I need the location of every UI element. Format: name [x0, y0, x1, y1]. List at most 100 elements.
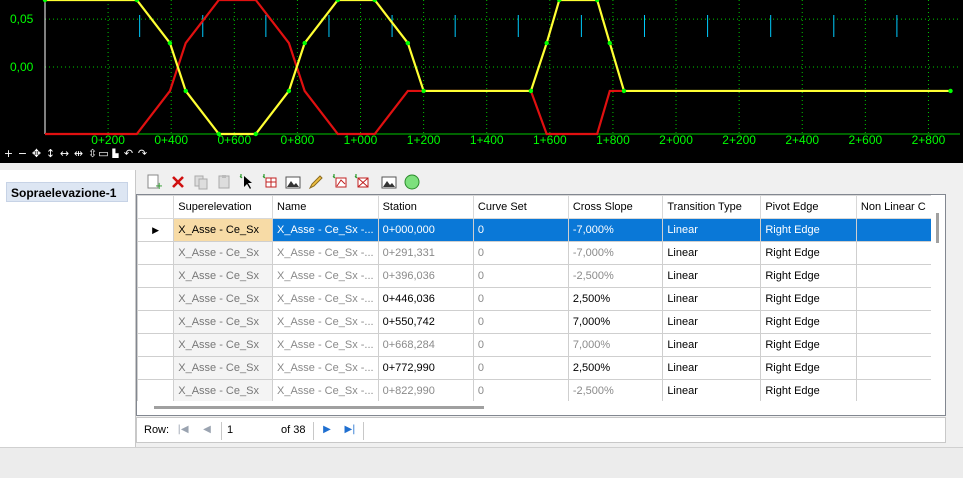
green-circle-icon[interactable]	[404, 174, 420, 190]
table-row[interactable]: X_Asse - Ce_Sx X_Asse - Ce_Sx -... 0+550,7…	[137, 310, 945, 334]
picture-icon[interactable]	[285, 174, 301, 190]
table-row[interactable]: X_Asse - Ce_Sx X_Asse - Ce_Sx -... 0+291,3…	[137, 241, 945, 265]
fit-vertical-icon[interactable]: ⇳	[87, 147, 98, 160]
vertical-scroll-thumb[interactable]	[936, 213, 939, 243]
superelevation-chart[interactable]: 0,05 0,00 0+200 0+400 0+600 0+800 1+000 1+200 1+…	[0, 0, 963, 146]
column-header-superelevation[interactable]: Superelevation	[173, 195, 273, 219]
window-icon[interactable]: ▭	[98, 147, 109, 160]
cell-pivot-edge[interactable]: Right Edge	[760, 310, 857, 334]
cell-station[interactable]: 0+446,036	[377, 287, 474, 311]
cell-superelevation[interactable]: X_Asse - Ce_Sx	[173, 241, 273, 265]
column-header-station[interactable]: Station	[377, 195, 474, 219]
zoom-in-icon[interactable]: +	[3, 147, 14, 160]
vertical-scrollbar[interactable]	[931, 195, 945, 401]
table-row[interactable]: X_Asse - Ce_Sx X_Asse - Ce_Sx -... 0+772,9…	[137, 356, 945, 380]
cell-transition-type[interactable]: Linear	[662, 287, 762, 311]
cell-cross-slope[interactable]: -2,500%	[567, 264, 664, 288]
row-header[interactable]	[137, 241, 175, 265]
row-header[interactable]	[137, 333, 175, 357]
row-header[interactable]	[137, 264, 175, 288]
cell-curve-set[interactable]: 0	[472, 241, 569, 265]
cell-superelevation[interactable]: X_Asse - Ce_Sx	[173, 310, 273, 334]
cell-pivot-edge[interactable]: Right Edge	[760, 287, 857, 311]
pan-all-icon[interactable]: ✥	[31, 147, 42, 160]
cell-transition-type[interactable]: Linear	[662, 218, 762, 242]
cell-curve-set[interactable]: 0	[472, 379, 569, 403]
cell-transition-type[interactable]: Linear	[662, 379, 762, 403]
cell-station[interactable]: 0+550,742	[377, 310, 474, 334]
table-view-icon[interactable]	[262, 174, 278, 190]
cell-superelevation[interactable]: X_Asse - Ce_Sx	[173, 356, 273, 380]
cell-name[interactable]: X_Asse - Ce_Sx -...	[272, 333, 379, 357]
cell-curve-set[interactable]: 0	[472, 310, 569, 334]
cell-name[interactable]: X_Asse - Ce_Sx -...	[272, 356, 379, 380]
tree-item-sopraelevazione[interactable]: Sopraelevazione-1	[6, 182, 128, 202]
chart-type-icon[interactable]: ▙	[110, 147, 121, 160]
cell-cross-slope[interactable]: -7,000%	[567, 218, 664, 242]
cell-name[interactable]: X_Asse - Ce_Sx -...	[272, 264, 379, 288]
previous-row-button[interactable]: ◀	[199, 422, 215, 438]
table-row[interactable]: X_Asse - Ce_Sx X_Asse - Ce_Sx -... 0+822,9…	[137, 379, 945, 403]
first-row-button[interactable]: |◀	[175, 422, 191, 438]
row-header[interactable]	[137, 287, 175, 311]
cell-cross-slope[interactable]: -2,500%	[567, 379, 664, 403]
cell-curve-set[interactable]: 0	[472, 333, 569, 357]
cell-pivot-edge[interactable]: Right Edge	[760, 356, 857, 380]
current-row-input[interactable]	[225, 421, 279, 439]
undo-icon[interactable]: ↶	[123, 147, 134, 160]
cell-transition-type[interactable]: Linear	[662, 356, 762, 380]
cell-curve-set[interactable]: 0	[472, 264, 569, 288]
chart-canvas[interactable]: 0,050,000+200 0+400 0+600 0+800 1+000 1+200 1+…	[0, 0, 963, 145]
pan-horizontal-icon[interactable]: ↔	[59, 147, 70, 160]
cell-cross-slope[interactable]: -7,000%	[567, 241, 664, 265]
cell-station[interactable]: 0+000,000	[377, 218, 474, 242]
cell-curve-set[interactable]: 0	[472, 356, 569, 380]
image-icon[interactable]	[381, 174, 397, 190]
cell-station[interactable]: 0+396,036	[377, 264, 474, 288]
redo-icon[interactable]: ↷	[137, 147, 148, 160]
cell-name[interactable]: X_Asse - Ce_Sx -...	[272, 379, 379, 403]
cell-superelevation[interactable]: X_Asse - Ce_Sx	[173, 264, 273, 288]
copy-icon[interactable]	[193, 174, 209, 190]
cell-station[interactable]: 0+822,990	[377, 379, 474, 403]
column-header-cross-slope[interactable]: Cross Slope	[567, 195, 664, 219]
fit-horizontal-icon[interactable]: ⇹	[73, 147, 84, 160]
zoom-out-icon[interactable]: −	[17, 147, 28, 160]
cell-name[interactable]: X_Asse - Ce_Sx -...	[272, 287, 379, 311]
remove-graph-icon[interactable]	[354, 174, 370, 190]
cell-cross-slope[interactable]: 7,000%	[567, 310, 664, 334]
pick-icon[interactable]	[239, 174, 255, 190]
cell-station[interactable]: 0+668,284	[377, 333, 474, 357]
last-row-button[interactable]: ▶|	[342, 422, 358, 438]
cell-pivot-edge[interactable]: Right Edge	[760, 241, 857, 265]
cell-pivot-edge[interactable]: Right Edge	[760, 264, 857, 288]
pan-vertical-icon[interactable]: ↕	[45, 147, 56, 160]
column-header-curve-set[interactable]: Curve Set	[472, 195, 569, 219]
cell-transition-type[interactable]: Linear	[662, 264, 762, 288]
paste-icon[interactable]	[216, 174, 232, 190]
row-header[interactable]	[137, 379, 175, 403]
cell-superelevation[interactable]: X_Asse - Ce_Sx	[173, 333, 273, 357]
cell-name[interactable]: X_Asse - Ce_Sx -...	[272, 310, 379, 334]
next-row-button[interactable]: ▶	[319, 422, 335, 438]
cell-station[interactable]: 0+291,331	[377, 241, 474, 265]
cell-name[interactable]: X_Asse - Ce_Sx -...	[272, 218, 379, 242]
cell-name[interactable]: X_Asse - Ce_Sx -...	[272, 241, 379, 265]
horizontal-scrollbar[interactable]	[137, 401, 945, 415]
table-row[interactable]: X_Asse - Ce_Sx X_Asse - Ce_Sx -... 0+396,0…	[137, 264, 945, 288]
cell-transition-type[interactable]: Linear	[662, 310, 762, 334]
horizontal-scroll-thumb[interactable]	[154, 406, 484, 409]
cell-pivot-edge[interactable]: Right Edge	[760, 379, 857, 403]
superelevation-grid[interactable]: Superelevation Name Station Curve Set Cr…	[136, 194, 946, 416]
cell-cross-slope[interactable]: 2,500%	[567, 356, 664, 380]
new-row-icon[interactable]: +	[146, 174, 162, 190]
row-header[interactable]: ▶	[137, 218, 175, 242]
pencil-icon[interactable]	[308, 174, 324, 190]
cell-curve-set[interactable]: 0	[472, 287, 569, 311]
cell-curve-set[interactable]: 0	[472, 218, 569, 242]
column-header-name[interactable]: Name	[272, 195, 379, 219]
cell-cross-slope[interactable]: 7,000%	[567, 333, 664, 357]
cell-transition-type[interactable]: Linear	[662, 333, 762, 357]
column-header-pivot-edge[interactable]: Pivot Edge	[760, 195, 857, 219]
row-header[interactable]	[137, 356, 175, 380]
